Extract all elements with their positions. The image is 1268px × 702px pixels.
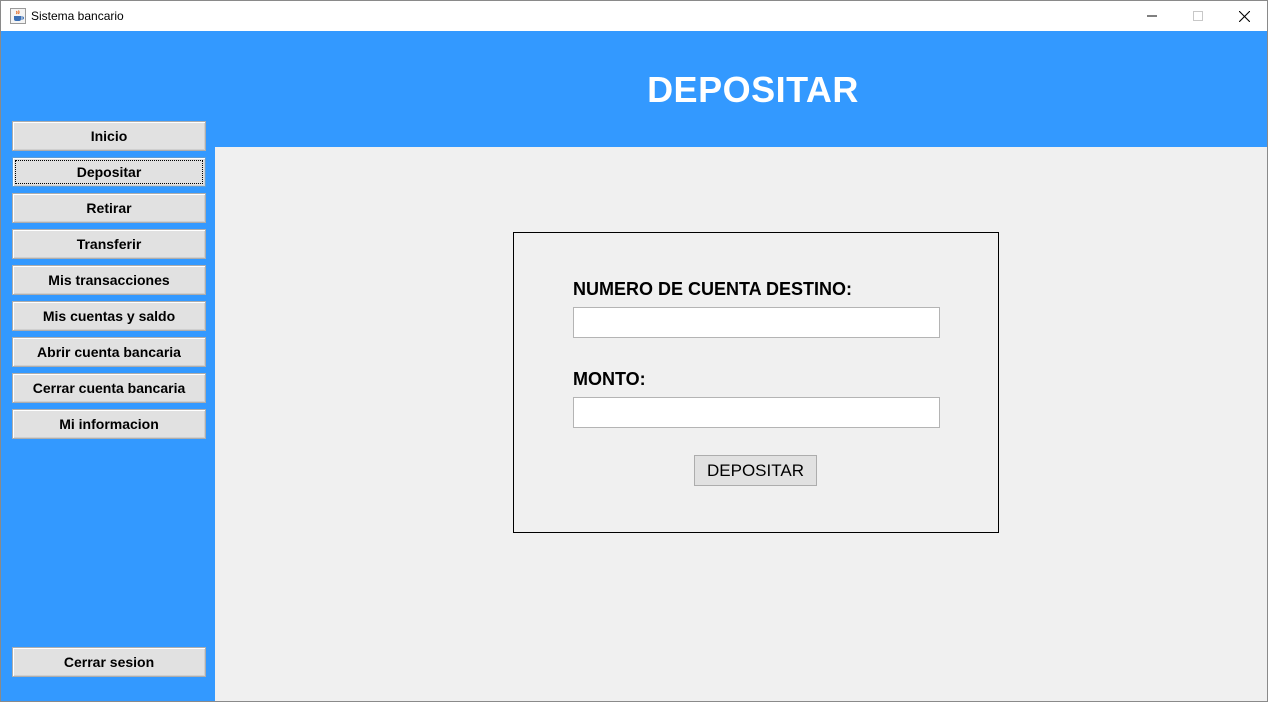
sidebar-item-depositar[interactable]: Depositar xyxy=(12,157,206,187)
java-cup-icon xyxy=(10,8,26,24)
amount-input[interactable] xyxy=(573,397,940,428)
deposit-form-panel: NUMERO DE CUENTA DESTINO: MONTO: DEPOSIT… xyxy=(513,232,999,533)
page-header: DEPOSITAR xyxy=(215,31,1267,147)
close-icon xyxy=(1238,10,1250,22)
account-number-input[interactable] xyxy=(573,307,940,338)
sidebar-item-mi-informacion[interactable]: Mi informacion xyxy=(12,409,206,439)
main-content: NUMERO DE CUENTA DESTINO: MONTO: DEPOSIT… xyxy=(215,147,1267,701)
amount-label: MONTO: xyxy=(573,369,646,389)
sidebar-item-abrir-cuenta[interactable]: Abrir cuenta bancaria xyxy=(12,337,206,367)
window-title: Sistema bancario xyxy=(31,9,124,23)
maximize-button[interactable] xyxy=(1175,1,1221,31)
maximize-icon xyxy=(1193,11,1203,21)
deposit-button[interactable]: DEPOSITAR xyxy=(694,455,817,486)
app-window: Sistema bancario Inicio Depositar Retira… xyxy=(0,0,1268,702)
sidebar-item-inicio[interactable]: Inicio xyxy=(12,121,206,151)
sidebar-item-transferir[interactable]: Transferir xyxy=(12,229,206,259)
sidebar: Inicio Depositar Retirar Transferir Mis … xyxy=(1,31,215,701)
logout-button[interactable]: Cerrar sesion xyxy=(12,647,206,677)
sidebar-item-cerrar-cuenta[interactable]: Cerrar cuenta bancaria xyxy=(12,373,206,403)
sidebar-item-mis-transacciones[interactable]: Mis transacciones xyxy=(12,265,206,295)
page-title: DEPOSITAR xyxy=(647,69,859,110)
minimize-icon xyxy=(1147,15,1157,17)
sidebar-item-retirar[interactable]: Retirar xyxy=(12,193,206,223)
minimize-button[interactable] xyxy=(1129,1,1175,31)
account-number-label: NUMERO DE CUENTA DESTINO: xyxy=(573,279,852,299)
sidebar-item-mis-cuentas-y-saldo[interactable]: Mis cuentas y saldo xyxy=(12,301,206,331)
title-bar[interactable]: Sistema bancario xyxy=(1,1,1267,31)
close-button[interactable] xyxy=(1221,1,1267,31)
